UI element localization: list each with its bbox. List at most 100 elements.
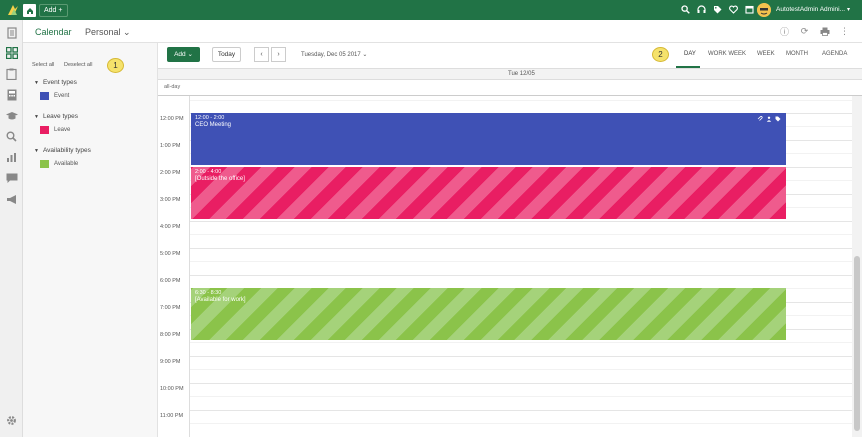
leave-color-swatch xyxy=(40,126,49,134)
tab-day[interactable]: DAY xyxy=(684,51,696,57)
hour-gridline xyxy=(190,410,852,411)
filters-sidebar: Select all Deselect all 1 ▼ Event types E… xyxy=(23,43,158,437)
event-available[interactable]: 6:30 - 8:30 [Available for work] xyxy=(191,288,786,340)
home-icon xyxy=(26,7,33,14)
hour-gridline xyxy=(190,275,852,276)
tab-agenda[interactable]: AGENDA xyxy=(822,51,847,57)
chat-icon[interactable] xyxy=(5,172,18,185)
settings-gear-icon[interactable] xyxy=(5,414,18,427)
half-hour-gridline xyxy=(190,100,852,101)
hour-label: 1:00 PM xyxy=(160,143,181,149)
half-hour-gridline xyxy=(190,261,852,262)
more-options-icon[interactable]: ⋮ xyxy=(839,26,850,37)
graduation-cap-icon[interactable] xyxy=(5,109,18,122)
deselect-all-link[interactable]: Deselect all xyxy=(64,62,92,68)
megaphone-icon[interactable] xyxy=(5,193,18,206)
hour-label: 12:00 PM xyxy=(160,116,184,122)
headset-icon[interactable] xyxy=(696,4,707,15)
top-add-button[interactable]: Add + xyxy=(39,4,68,17)
hour-label: 2:00 PM xyxy=(160,170,181,176)
tag-icon[interactable] xyxy=(712,4,723,15)
paperclip-icon xyxy=(757,116,763,122)
today-button[interactable]: Today xyxy=(212,47,241,62)
hour-label: 11:00 PM xyxy=(160,413,184,419)
scrollbar-thumb[interactable] xyxy=(854,256,860,431)
calendar-icon[interactable] xyxy=(744,4,755,15)
hour-label: 10:00 PM xyxy=(160,386,184,392)
tab-work-week[interactable]: WORK WEEK xyxy=(708,51,746,57)
refresh-icon[interactable]: ⟳ xyxy=(799,26,810,37)
left-nav-rail xyxy=(0,20,23,437)
callout-badge-1: 1 xyxy=(107,58,124,73)
avatar[interactable] xyxy=(757,3,771,17)
tab-month[interactable]: MONTH xyxy=(786,51,808,57)
app-logo[interactable] xyxy=(6,3,20,17)
prev-day-button[interactable]: ‹ xyxy=(254,47,269,62)
event-time: 12:00 - 2:00 xyxy=(195,115,225,121)
current-date-selector[interactable]: Tuesday, Dec 05 2017 ⌄ xyxy=(301,51,367,58)
calendar-selector[interactable]: Personal ⌄ xyxy=(85,27,131,38)
group-availability-types[interactable]: ▼ Availability types xyxy=(34,147,91,154)
search-icon[interactable] xyxy=(680,4,691,15)
half-hour-gridline xyxy=(190,234,852,235)
half-hour-gridline xyxy=(190,396,852,397)
day-label: Tue 12/05 xyxy=(508,71,535,77)
select-all-link[interactable]: Select all xyxy=(32,62,54,68)
hour-label: 3:00 PM xyxy=(160,197,181,203)
hour-label: 9:00 PM xyxy=(160,359,181,365)
filter-item-available[interactable]: Available xyxy=(40,160,78,168)
tab-week[interactable]: WEEK xyxy=(757,51,775,57)
clipboard-icon[interactable] xyxy=(5,67,18,80)
hour-gridline xyxy=(190,221,852,222)
event-leave[interactable]: 2:00 - 4:00 [Outside the office] xyxy=(191,167,786,219)
callout-badge-2: 2 xyxy=(652,47,669,62)
tag-icon xyxy=(775,116,781,122)
top-bar: Add + AutotestAdmin Admini... ▾ xyxy=(0,0,862,20)
document-icon[interactable] xyxy=(5,26,18,39)
event-time: 2:00 - 4:00 xyxy=(195,169,222,175)
person-icon xyxy=(766,116,772,122)
heart-icon[interactable] xyxy=(728,4,739,15)
day-column-header: Tue 12/05 xyxy=(158,68,862,80)
hour-label: 7:00 PM xyxy=(160,305,181,311)
user-menu-caret-icon[interactable]: ▾ xyxy=(847,6,850,13)
info-icon[interactable]: ⓘ xyxy=(779,26,790,37)
all-day-label: all-day xyxy=(164,84,181,90)
hour-gridline xyxy=(190,356,852,357)
hour-label: 8:00 PM xyxy=(160,332,181,338)
group-leave-types[interactable]: ▼ Leave types xyxy=(34,113,78,120)
hour-gridline xyxy=(190,383,852,384)
calculator-icon[interactable] xyxy=(5,88,18,101)
caret-down-icon: ▼ xyxy=(34,80,39,86)
hour-label: 4:00 PM xyxy=(160,224,181,230)
apps-grid-icon[interactable] xyxy=(5,46,18,59)
bar-chart-icon[interactable] xyxy=(5,151,18,164)
grid-scrollbar[interactable] xyxy=(852,96,862,437)
user-name[interactable]: AutotestAdmin Admini... xyxy=(776,6,845,13)
search-rail-icon[interactable] xyxy=(5,130,18,143)
hour-label: 5:00 PM xyxy=(160,251,181,257)
filter-item-leave[interactable]: Leave xyxy=(40,126,70,134)
event-title: [Outside the office] xyxy=(195,176,245,182)
event-title: CEO Meeting xyxy=(195,122,232,128)
hour-label: 6:00 PM xyxy=(160,278,181,284)
event-ceo-meeting[interactable]: 12:00 - 2:00 CEO Meeting xyxy=(191,113,786,165)
event-title: [Available for work] xyxy=(195,297,246,303)
calendar-toolbar: Add ⌄ Today ‹ › Tuesday, Dec 05 2017 ⌄ 2… xyxy=(158,43,862,68)
group-event-types[interactable]: ▼ Event types xyxy=(34,79,77,86)
caret-down-icon: ▼ xyxy=(34,148,39,154)
page-header: Calendar Personal ⌄ ⓘ ⟳ ⋮ xyxy=(23,20,862,43)
half-hour-gridline xyxy=(190,423,852,424)
event-color-swatch xyxy=(40,92,49,100)
all-day-row[interactable]: all-day xyxy=(158,80,862,96)
caret-down-icon: ▼ xyxy=(34,114,39,120)
half-hour-gridline xyxy=(190,369,852,370)
home-button[interactable] xyxy=(23,4,36,17)
add-event-button[interactable]: Add ⌄ xyxy=(167,47,200,62)
filter-item-event[interactable]: Event xyxy=(40,92,69,100)
print-icon[interactable] xyxy=(819,26,830,37)
half-hour-gridline xyxy=(190,342,852,343)
page-title: Calendar xyxy=(35,27,72,37)
next-day-button[interactable]: › xyxy=(271,47,286,62)
event-time: 6:30 - 8:30 xyxy=(195,290,222,296)
